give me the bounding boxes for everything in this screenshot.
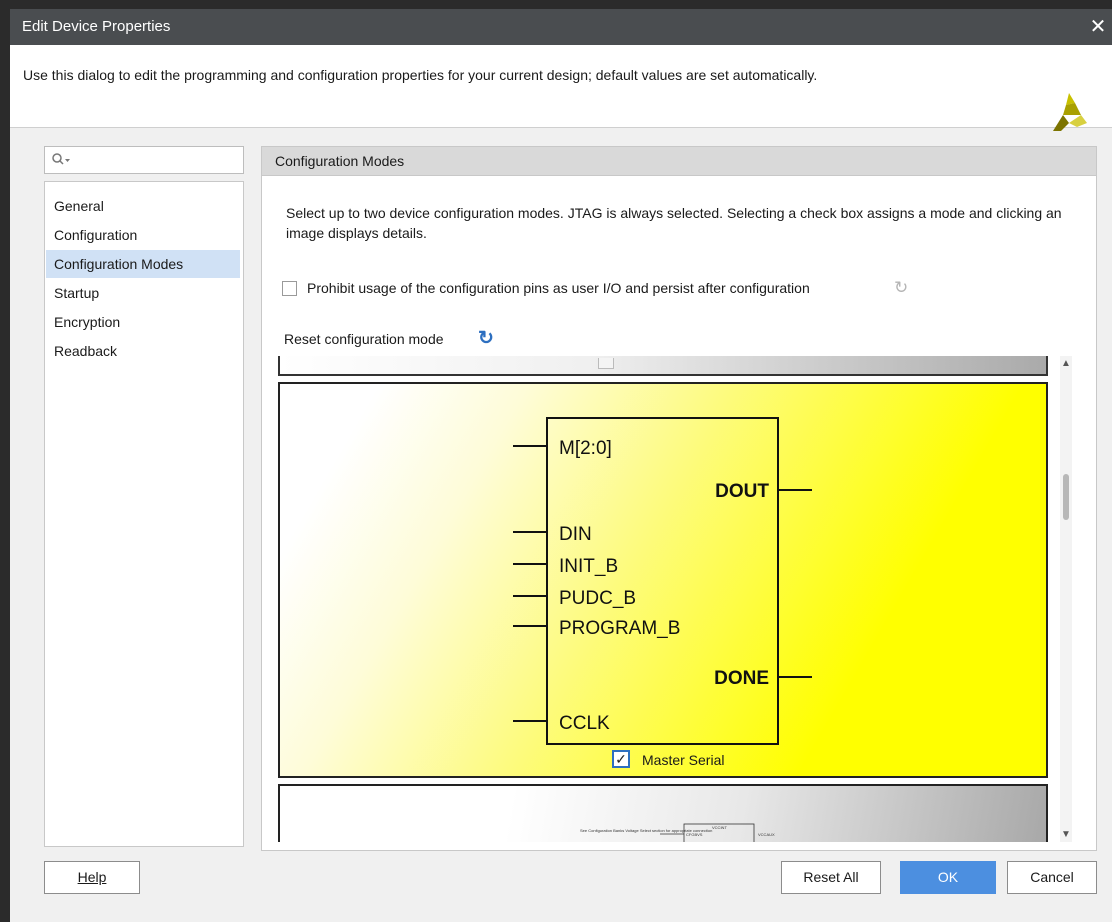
help-button-label: Help [77, 869, 107, 885]
pin-pudc-b: PUDC_B [559, 588, 636, 609]
panel-header: Configuration Modes [262, 147, 1096, 176]
prohibit-pins-checkbox[interactable] [282, 281, 297, 296]
refresh-icon: ↻ [894, 278, 909, 297]
cancel-button-label: Cancel [1030, 869, 1074, 885]
ok-button-label: OK [937, 869, 959, 885]
edit-device-properties-dialog: Edit Device Properties ✕ Use this dialog… [10, 9, 1112, 922]
window-title: Edit Device Properties [22, 18, 171, 35]
sidebar-item-configuration[interactable]: Configuration [46, 221, 240, 249]
category-list: General Configuration Configuration Mode… [44, 181, 244, 847]
pin-din: DIN [559, 524, 592, 545]
search-input[interactable] [44, 146, 244, 174]
master-serial-mode-card[interactable]: M[2:0] DIN INIT_B PUDC_B PROGRAM_B CCLK … [278, 382, 1048, 778]
next-mode-card[interactable]: See Configuration Banks Voltage Select s… [278, 784, 1048, 842]
scroll-down-icon[interactable]: ▼ [1060, 829, 1072, 840]
sidebar-item-configuration-modes[interactable]: Configuration Modes [46, 250, 240, 278]
title-bar: Edit Device Properties ✕ [10, 9, 1112, 45]
mode-image-scroll-area[interactable]: M[2:0] DIN INIT_B PUDC_B PROGRAM_B CCLK … [276, 356, 1072, 842]
sidebar-item-encryption[interactable]: Encryption [46, 308, 240, 336]
scrollbar-thumb[interactable] [1063, 474, 1069, 520]
scroll-up-icon[interactable]: ▲ [1060, 358, 1072, 369]
cancel-button[interactable]: Cancel [1007, 861, 1097, 894]
close-icon[interactable]: ✕ [1086, 13, 1110, 41]
vertical-scrollbar[interactable]: ▲ ▼ [1060, 356, 1072, 842]
master-serial-label: Master Serial [642, 752, 725, 768]
previous-mode-checkbox[interactable] [598, 358, 614, 369]
reset-all-button-label: Reset All [803, 869, 859, 885]
configuration-modes-panel: Configuration Modes Select up to two dev… [261, 146, 1097, 851]
prohibit-pins-label: Prohibit usage of the configuration pins… [307, 280, 810, 296]
next-mode-diagram: See Configuration Banks Voltage Select s… [580, 823, 775, 842]
pin-done: DONE [714, 668, 769, 689]
pin-program-b: PROGRAM_B [559, 618, 680, 639]
ok-button[interactable]: OK [900, 861, 996, 894]
pin-init-b: INIT_B [559, 556, 618, 577]
panel-title: Configuration Modes [275, 153, 405, 169]
dialog-description: Use this dialog to edit the programming … [23, 67, 818, 83]
sidebar-item-readback[interactable]: Readback [46, 337, 240, 365]
dialog-banner: Use this dialog to edit the programming … [10, 45, 1112, 131]
reset-configuration-mode-label: Reset configuration mode [284, 331, 444, 347]
pin-cclk: CCLK [559, 713, 610, 734]
search-icon [52, 153, 70, 165]
sidebar-item-general[interactable]: General [46, 192, 240, 220]
help-button[interactable]: Help [44, 861, 140, 894]
master-serial-diagram[interactable]: M[2:0] DIN INIT_B PUDC_B PROGRAM_B CCLK … [280, 384, 1046, 776]
master-serial-checkbox[interactable]: ✓ [612, 750, 630, 768]
sidebar-item-startup[interactable]: Startup [46, 279, 240, 307]
next-card-vccaux: VCCAUX [758, 832, 775, 837]
instructions-text: Select up to two device configuration mo… [286, 205, 1062, 241]
pin-dout: DOUT [715, 481, 769, 502]
vivado-logo-icon [1053, 93, 1087, 131]
previous-mode-card[interactable] [278, 356, 1048, 376]
reset-all-button[interactable]: Reset All [781, 861, 881, 894]
next-card-cfgbvs: CFGBVS [686, 832, 703, 837]
next-card-vccint: VCCINT [712, 825, 727, 830]
reset-mode-refresh-icon[interactable]: ↻ [478, 327, 494, 350]
pin-m20: M[2:0] [559, 438, 612, 459]
